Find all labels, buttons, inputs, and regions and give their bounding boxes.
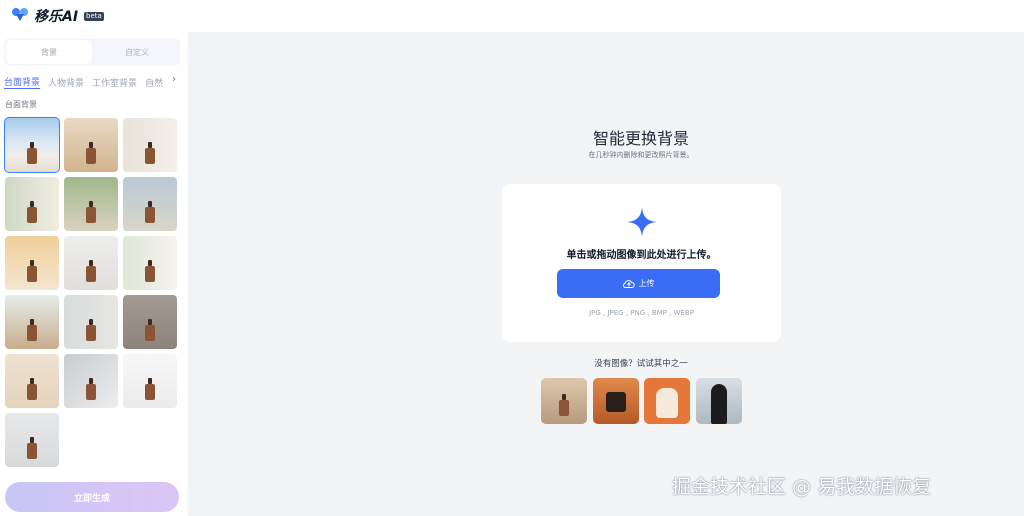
bg-thumb-dark-studio[interactable]	[123, 295, 177, 349]
bottle-image	[145, 142, 155, 164]
bg-thumb-soft-grey[interactable]	[5, 413, 59, 467]
upload-prompt: 单击或拖动图像到此处进行上传。	[566, 250, 717, 261]
bg-thumb-palm-window[interactable]	[5, 177, 59, 231]
chevron-right-icon[interactable]: ›	[172, 74, 176, 85]
bg-thumb-garden[interactable]	[64, 177, 118, 231]
upload-button-label: 上传	[638, 279, 655, 288]
bg-thumb-white-pedestal[interactable]	[123, 354, 177, 408]
bottle-image	[27, 260, 37, 282]
upload-button[interactable]: 上传	[557, 269, 720, 298]
app-logo[interactable]: 移乐AI beta	[10, 6, 104, 26]
generate-button[interactable]: 立即生成	[5, 482, 179, 512]
sample-woman[interactable]	[696, 378, 742, 424]
bottle-image	[559, 394, 569, 416]
bg-thumb-flower-table[interactable]	[5, 295, 59, 349]
watermark-text: 掘金技术社区 @ 易我数据恢复	[672, 476, 932, 498]
bg-thumb-lily-vase[interactable]	[64, 295, 118, 349]
bottle-image	[27, 142, 37, 164]
bg-thumb-sunset[interactable]	[5, 236, 59, 290]
sidebar: 背景 自定义 台面背景 人物背景 工作室背景 自然 › 台面背景 立即生成	[0, 32, 188, 516]
beta-badge: beta	[84, 11, 104, 21]
sparkle-icon	[627, 207, 657, 237]
category-tabs: 台面背景 人物背景 工作室背景 自然	[4, 74, 184, 90]
sample-bottle[interactable]	[541, 378, 587, 424]
category-studio[interactable]: 工作室背景	[92, 76, 137, 89]
supported-formats: JPG , JPEG , PNG , BMP , WEBP	[589, 309, 694, 317]
sample-dog[interactable]	[644, 378, 690, 424]
category-nature[interactable]: 自然	[145, 76, 163, 89]
bg-thumb-white-flowers[interactable]	[123, 236, 177, 290]
bottle-image	[27, 201, 37, 223]
bag-image	[606, 392, 626, 412]
sidebar-tabs: 背景 自定义	[4, 38, 180, 66]
page-subtitle: 在几秒钟内删除和更改照片背景。	[588, 151, 694, 159]
samples-title: 没有图像？试试其中之一	[594, 359, 688, 369]
logo-icon	[12, 8, 28, 21]
section-title: 台面背景	[5, 100, 37, 109]
bottle-image	[86, 378, 96, 400]
bottle-image	[86, 142, 96, 164]
cloud-upload-icon	[622, 279, 635, 288]
bottle-image	[145, 319, 155, 341]
bottle-image	[145, 260, 155, 282]
page-title: 智能更换背景	[592, 129, 689, 148]
bottle-image	[86, 201, 96, 223]
sample-bag[interactable]	[593, 378, 639, 424]
bottle-image	[27, 319, 37, 341]
dog-image	[656, 388, 678, 418]
app-name: 移乐AI	[34, 9, 79, 25]
bottle-image	[145, 378, 155, 400]
category-people[interactable]: 人物背景	[48, 76, 84, 89]
bg-thumb-courtyard[interactable]	[123, 177, 177, 231]
background-grid	[4, 117, 179, 467]
upload-dropzone[interactable]: 单击或拖动图像到此处进行上传。 上传 JPG , JPEG , PNG , BM…	[502, 184, 781, 342]
bg-thumb-white-marble[interactable]	[64, 236, 118, 290]
woman-image	[711, 384, 727, 424]
bg-thumb-grey-shadow[interactable]	[64, 354, 118, 408]
top-bar: 移乐AI beta	[0, 0, 1024, 32]
category-tabletop[interactable]: 台面背景	[4, 75, 41, 89]
bg-thumb-kitchen[interactable]	[123, 118, 177, 172]
bg-thumb-beige-wall[interactable]	[5, 354, 59, 408]
tab-custom[interactable]: 自定义	[94, 38, 180, 66]
bottle-image	[86, 260, 96, 282]
bg-thumb-warm-wood[interactable]	[64, 118, 118, 172]
bottle-image	[145, 201, 155, 223]
bottle-image	[27, 437, 37, 459]
bg-thumb-sea-view[interactable]	[4, 117, 60, 173]
bottle-image	[27, 378, 37, 400]
tab-background[interactable]: 背景	[6, 40, 92, 64]
bottle-image	[86, 319, 96, 341]
